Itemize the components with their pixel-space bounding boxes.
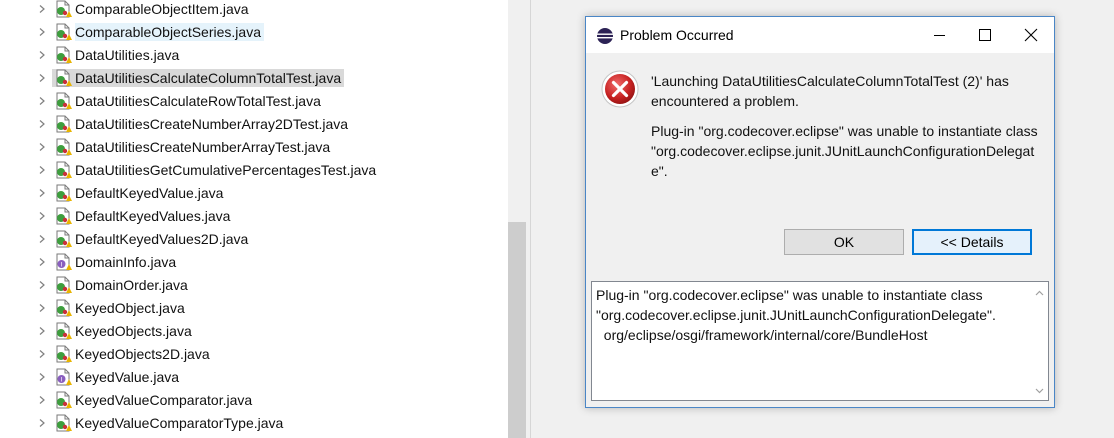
ok-button[interactable]: OK [784, 229, 904, 255]
tree-item-label: DataUtilitiesCalculateColumnTotalTest.ja… [52, 69, 345, 87]
details-scrollbar[interactable] [1031, 282, 1048, 400]
chevron-right-icon[interactable] [37, 326, 47, 336]
chevron-right-icon[interactable] [37, 73, 47, 83]
chevron-right-icon[interactable] [37, 165, 47, 175]
java-class-icon [54, 0, 72, 18]
chevron-right-icon[interactable] [37, 257, 47, 267]
java-class-icon [54, 69, 72, 87]
tree-item-label: DataUtilitiesCreateNumberArrayTest.java [75, 139, 331, 155]
details-button[interactable]: << Details [912, 229, 1032, 255]
chevron-right-icon[interactable] [37, 96, 47, 106]
java-class-icon [54, 92, 72, 110]
tree-item[interactable]: ComparableObjectSeries.java [0, 21, 508, 43]
chevron-right-icon[interactable] [37, 303, 47, 313]
chevron-right-icon[interactable] [37, 27, 47, 37]
error-icon [601, 70, 639, 108]
chevron-right-icon[interactable] [37, 280, 47, 290]
tree-item-label: KeyedValueComparator.java [75, 392, 253, 408]
java-class-icon [54, 46, 72, 64]
chevron-right-icon[interactable] [37, 50, 47, 60]
problem-occurred-dialog: Problem Occurred 'Launching DataUtilitie… [585, 16, 1055, 408]
tree-item[interactable]: DataUtilitiesGetCumulativePercentagesTes… [0, 159, 508, 181]
tree-item-label: DefaultKeyedValues2D.java [75, 231, 249, 247]
chevron-right-icon[interactable] [37, 119, 47, 129]
chevron-up-icon[interactable] [1035, 289, 1044, 298]
details-textarea[interactable]: Plug-in "org.codecover.eclipse" was unab… [591, 281, 1049, 401]
tree-item[interactable]: ComparableObjectItem.java [0, 0, 508, 20]
error-detail-message: Plug-in "org.codecover.eclipse" was unab… [651, 123, 1038, 179]
package-explorer-tree: ComparableObjectItem.java ComparableObjec… [0, 0, 508, 438]
java-class-icon [54, 230, 72, 248]
tree-item[interactable]: DefaultKeyedValue.java [0, 182, 508, 204]
java-class-icon [54, 276, 72, 294]
chevron-right-icon[interactable] [37, 234, 47, 244]
tree-item-label: KeyedValue.java [75, 369, 180, 385]
tree-item[interactable]: KeyedObject.java [0, 297, 508, 319]
tree-item[interactable]: DataUtilitiesCalculateRowTotalTest.java [0, 90, 508, 112]
java-class-icon [54, 391, 72, 409]
java-interface-icon: I [54, 368, 72, 386]
java-class-icon [54, 138, 72, 156]
eclipse-icon [597, 28, 613, 44]
tree-item[interactable]: KeyedObjects2D.java [0, 343, 508, 365]
chevron-right-icon[interactable] [37, 349, 47, 359]
tree-item-label: KeyedValueComparatorType.java [75, 415, 284, 431]
tree-item-label: KeyedObject.java [75, 300, 185, 316]
tree-item[interactable]: DefaultKeyedValues.java [0, 205, 508, 227]
chevron-right-icon[interactable] [37, 372, 47, 382]
tree-item-label: ComparableObjectItem.java [75, 1, 249, 17]
editor-divider [530, 0, 531, 438]
tree-item-label: DefaultKeyedValue.java [75, 185, 224, 201]
svg-text:I: I [61, 262, 63, 269]
tree-item[interactable]: KeyedValueComparatorType.java [0, 412, 508, 434]
error-message: 'Launching DataUtilitiesCalculateColumnT… [651, 73, 1009, 109]
tree-item-label: DataUtilitiesCreateNumberArray2DTest.jav… [75, 116, 349, 132]
maximize-icon[interactable] [962, 17, 1008, 53]
svg-text:I: I [61, 377, 63, 384]
tree-item-label: DataUtilitiesCalculateRowTotalTest.java [75, 93, 321, 109]
chevron-right-icon[interactable] [37, 188, 47, 198]
java-class-icon [54, 322, 72, 340]
tree-item-label: KeyedObjects2D.java [75, 346, 210, 362]
chevron-down-icon[interactable] [1035, 386, 1044, 395]
tree-item[interactable]: DataUtilitiesCreateNumberArray2DTest.jav… [0, 113, 508, 135]
java-class-icon [54, 23, 72, 41]
java-class-icon [54, 299, 72, 317]
chevron-right-icon[interactable] [37, 142, 47, 152]
tree-item[interactable]: DataUtilitiesCalculateColumnTotalTest.ja… [0, 67, 508, 89]
tree-item-label: ComparableObjectSeries.java [75, 23, 264, 41]
dialog-titlebar[interactable]: Problem Occurred [586, 17, 1054, 53]
java-interface-icon: I [54, 253, 72, 271]
tree-item[interactable]: DomainOrder.java [0, 274, 508, 296]
java-class-icon [54, 115, 72, 133]
tree-item[interactable]: DataUtilities.java [0, 44, 508, 66]
chevron-right-icon[interactable] [37, 4, 47, 14]
details-text: Plug-in "org.codecover.eclipse" was unab… [596, 287, 996, 343]
tree-item[interactable]: KeyedValueComparator.java [0, 389, 508, 411]
close-icon[interactable] [1008, 17, 1054, 53]
java-class-icon [54, 161, 72, 179]
chevron-right-icon[interactable] [37, 418, 47, 428]
java-class-icon [54, 207, 72, 225]
tree-item[interactable]: I DomainInfo.java [0, 251, 508, 273]
java-class-icon [54, 345, 72, 363]
tree-item[interactable]: I KeyedValue.java [0, 366, 508, 388]
chevron-right-icon[interactable] [37, 395, 47, 405]
java-class-icon [54, 414, 72, 432]
tree-item-label: DataUtilitiesGetCumulativePercentagesTes… [75, 162, 377, 178]
java-class-icon [54, 184, 72, 202]
tree-item-label: KeyedObjects.java [75, 323, 192, 339]
minimize-icon[interactable] [916, 17, 962, 53]
dialog-title: Problem Occurred [620, 27, 734, 43]
tree-item-label: DataUtilities.java [75, 47, 180, 63]
tree-item-label: DomainOrder.java [75, 277, 188, 293]
tree-scrollbar-thumb[interactable] [508, 222, 526, 438]
tree-item[interactable]: DefaultKeyedValues2D.java [0, 228, 508, 250]
tree-item-label: DomainInfo.java [75, 254, 177, 270]
tree-item[interactable]: DataUtilitiesCreateNumberArrayTest.java [0, 136, 508, 158]
tree-item[interactable]: KeyedObjects.java [0, 320, 508, 342]
tree-item-label: DefaultKeyedValues.java [75, 208, 231, 224]
chevron-right-icon[interactable] [37, 211, 47, 221]
